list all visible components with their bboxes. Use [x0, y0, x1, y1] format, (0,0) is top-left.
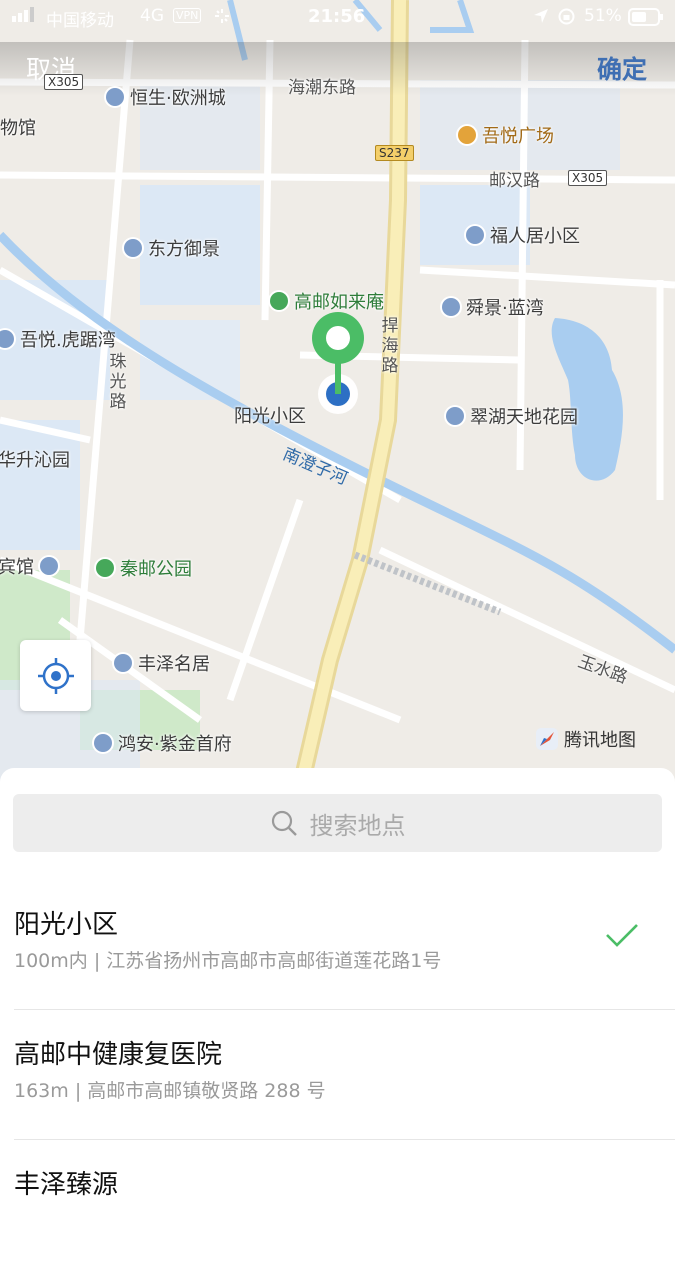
residence-icon — [442, 298, 460, 316]
road-haichao-east: 海潮东路 — [288, 78, 356, 98]
poi-dongfang[interactable]: 东方御景 — [124, 235, 220, 261]
park-tree-icon — [96, 559, 114, 577]
poi-hongan[interactable]: 鸿安·紫金首府 — [94, 730, 232, 756]
map-provider-logo: 腾讯地图 — [536, 726, 636, 752]
residence-icon — [94, 734, 112, 752]
road-tag-x305-east: X305 — [568, 170, 608, 186]
poi-huasheng[interactable]: 华升沁园 — [0, 446, 70, 472]
shopping-icon — [458, 126, 476, 144]
hotel-icon — [40, 557, 58, 575]
road-hanhai: 捍海路 — [381, 316, 399, 376]
poi-rulaian[interactable]: 高邮如来庵 — [270, 288, 384, 314]
battery-icon — [628, 8, 664, 31]
result-item[interactable]: 丰泽臻源 — [14, 1140, 675, 1270]
search-icon — [271, 810, 297, 836]
result-name: 丰泽臻源 — [14, 1170, 119, 1200]
vpn-badge: VPN — [173, 8, 202, 23]
result-address: 100m内 | 江苏省扬州市高邮市高邮街道莲花路1号 — [14, 950, 442, 972]
result-name: 阳光小区 — [14, 910, 119, 940]
residence-icon — [466, 226, 484, 244]
results-sheet: 搜索地点 阳光小区 100m内 | 江苏省扬州市高邮市高邮街道莲花路1号 高邮中… — [0, 768, 675, 1200]
locate-me-button[interactable] — [20, 640, 91, 711]
poi-yangguang[interactable]: 阳光小区 — [234, 402, 306, 428]
network-label: 4G — [140, 6, 164, 26]
carrier-label: 中国移动 — [46, 11, 114, 31]
search-placeholder: 搜索地点 — [309, 811, 406, 840]
road-tag-x305: X305 — [44, 74, 84, 90]
poi-hengsheng[interactable]: 恒生·欧洲城 — [106, 84, 226, 110]
road-youhan: 邮汉路 — [489, 171, 540, 191]
poi-wuyue-hujuwan[interactable]: 吾悦.虎踞湾 — [0, 326, 116, 352]
residence-icon — [0, 330, 14, 348]
poi-fuyuan[interactable]: 福人居小区 — [466, 222, 580, 248]
battery-label: 51% — [584, 6, 622, 26]
residence-icon — [446, 407, 464, 425]
poi-wuguan[interactable]: 物馆 — [0, 114, 36, 140]
search-input[interactable]: 搜索地点 — [13, 794, 662, 852]
location-pin-icon — [312, 312, 364, 414]
road-tag-s237: S237 — [375, 145, 414, 161]
crosshair-icon — [37, 657, 74, 694]
clock: 21:56 — [308, 6, 366, 27]
residence-icon — [124, 239, 142, 257]
map-view[interactable]: 中国移动 4G VPN 21:56 51% 取消 确定 X305 S237 X3… — [0, 0, 675, 790]
result-item[interactable]: 阳光小区 100m内 | 江苏省扬州市高邮市高邮街道莲花路1号 — [14, 880, 675, 1010]
result-name: 高邮中健康复医院 — [14, 1040, 223, 1070]
poi-wuyue-plaza[interactable]: 吾悦广场 — [458, 122, 554, 148]
loading-icon — [214, 8, 230, 29]
result-item[interactable]: 高邮中健康复医院 163m | 高邮市高邮镇敬贤路 288 号 — [14, 1010, 675, 1140]
result-address: 163m | 高邮市高邮镇敬贤路 288 号 — [14, 1080, 326, 1102]
rotation-lock-icon — [558, 8, 575, 30]
road-zhuguang: 珠光路 — [109, 352, 127, 412]
residence-icon — [106, 88, 124, 106]
temple-icon — [270, 292, 288, 310]
residence-icon — [114, 654, 132, 672]
confirm-button[interactable]: 确定 — [597, 50, 647, 86]
poi-cuihu[interactable]: 翠湖天地花园 — [446, 403, 578, 429]
signal-icon — [12, 6, 38, 27]
tencent-map-icon — [536, 728, 558, 750]
status-bar: 中国移动 4G VPN 21:56 51% — [0, 0, 675, 36]
poi-binguan[interactable]: 宾馆 — [0, 553, 64, 579]
selected-check-icon — [606, 924, 638, 947]
poi-fengze[interactable]: 丰泽名居 — [114, 650, 210, 676]
poi-shunjing[interactable]: 舜景·蓝湾 — [442, 294, 544, 320]
location-arrow-icon — [533, 8, 549, 29]
poi-qinyou-park[interactable]: 秦邮公园 — [96, 555, 192, 581]
